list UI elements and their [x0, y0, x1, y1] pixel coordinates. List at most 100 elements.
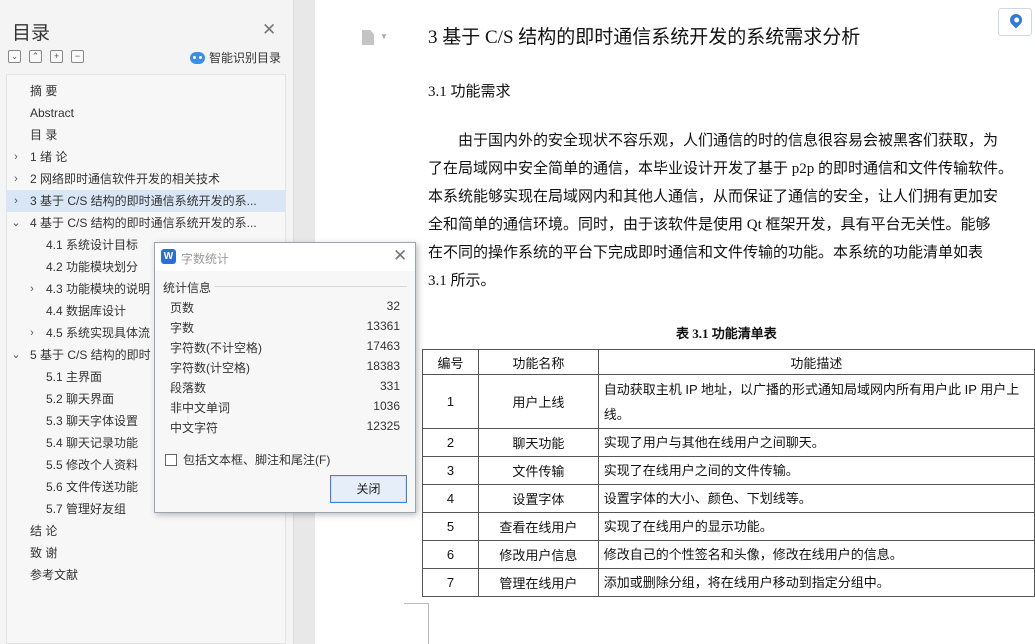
stats-group-label: 统计信息: [163, 281, 212, 295]
chevron-right-icon[interactable]: ›: [10, 146, 22, 168]
toc-item-label: 结 论: [30, 524, 58, 538]
table-cell: 实现了在线用户的显示功能。: [597, 512, 1035, 541]
table-row: 2 聊天功能 实现了用户与其他在线用户之间聊天。: [422, 428, 1035, 457]
toc-item-label: 5.6 文件传送功能: [46, 480, 139, 494]
table-row: 6 修改用户信息 修改自己的个性签名和头像，修改在线用户的信息。: [422, 540, 1035, 569]
toc-item-label: 4.5 系统实现具体流: [46, 326, 151, 340]
add-heading-icon[interactable]: +: [50, 50, 63, 63]
paragraph-line: 3.1 所示。: [428, 273, 496, 289]
chevron-right-icon[interactable]: ›: [10, 168, 22, 190]
table-cell: 2: [422, 428, 479, 457]
stat-label: 字符数(计空格): [170, 361, 250, 375]
stat-row: 非中文单词 1036: [170, 399, 400, 419]
table-cell: 文件传输: [477, 456, 599, 485]
stat-row: 段落数 331: [170, 379, 400, 399]
stat-value: 12325: [366, 419, 400, 433]
checkbox-label: 包括文本框、脚注和尾注(F): [183, 453, 331, 467]
page-margin-mark: [404, 603, 428, 604]
toc-item-label: 致 谢: [30, 546, 58, 560]
toc-item[interactable]: 摘 要: [6, 80, 285, 102]
table-cell: 查看在线用户: [477, 512, 599, 541]
paragraph-line: 全和简单的通信环境。同时，由于该软件是使用 Qt 框架开发，具有平台无关性。能够: [428, 217, 991, 233]
toc-item-label: 4.2 功能模块划分: [46, 260, 139, 274]
checkbox-box[interactable]: [165, 453, 177, 466]
stat-value: 331: [379, 379, 400, 393]
toc-item-label: 3 基于 C/S 结构的即时通信系统开发的系...: [30, 194, 257, 208]
stat-row: 字符数(不计空格) 17463: [170, 339, 400, 359]
table-cell: 设置字体: [477, 484, 599, 513]
dialog-close-icon[interactable]: ✕: [393, 246, 407, 266]
column-header: 功能名称: [477, 349, 599, 375]
table-cell: 自动获取主机 IP 地址，以广播的形式通知局域网内所有用户此 IP 用户上线。: [597, 374, 1035, 429]
toc-item-label: 5.2 聊天界面: [46, 392, 115, 406]
wps-writer-icon: W: [161, 249, 176, 264]
toc-item-label: 5 基于 C/S 结构的即时: [30, 348, 151, 362]
stat-label: 字符数(不计空格): [170, 341, 262, 355]
group-divider: [215, 286, 407, 287]
toc-item-label: 5.1 主界面: [46, 370, 103, 384]
table-caption: 表 3.1 功能清单表: [676, 326, 777, 341]
table-cell: 添加或删除分组，将在线用户移动到指定分组中。: [597, 568, 1035, 597]
toc-item-label: 2 网络即时通信软件开发的相关技术: [30, 172, 221, 186]
stat-label: 字数: [170, 321, 195, 335]
toc-item[interactable]: › 1 绪 论: [6, 146, 285, 168]
include-textbox-checkbox[interactable]: 包括文本框、脚注和尾注(F): [165, 451, 330, 468]
table-cell: 实现了用户与其他在线用户之间聊天。: [597, 428, 1035, 457]
table-cell: 实现了在线用户之间的文件传输。: [597, 456, 1035, 485]
table-row: 5 查看在线用户 实现了在线用户的显示功能。: [422, 512, 1035, 541]
close-button[interactable]: 关闭: [330, 475, 407, 503]
location-button[interactable]: [998, 8, 1032, 36]
toc-item-label: 5.3 聊天字体设置: [46, 414, 139, 428]
table-cell: 管理在线用户: [477, 568, 599, 597]
table-row: 1 用户上线 自动获取主机 IP 地址，以广播的形式通知局域网内所有用户此 IP 用…: [422, 374, 1035, 429]
sidebar-close-icon[interactable]: ✕: [262, 20, 276, 40]
table-cell: 4: [422, 484, 479, 513]
dialog-titlebar[interactable]: W 字数统计 ✕: [155, 243, 415, 271]
table-cell: 1: [422, 374, 479, 429]
table-body: 1 用户上线 自动获取主机 IP 地址，以广播的形式通知局域网内所有用户此 IP 用…: [422, 374, 1035, 597]
smart-toc-label: 智能识别目录: [209, 51, 282, 65]
toc-item[interactable]: › 3 基于 C/S 结构的即时通信系统开发的系...: [6, 190, 285, 212]
stat-label: 中文字符: [170, 421, 219, 435]
table-cell: 6: [422, 540, 479, 569]
stat-value: 17463: [366, 339, 400, 353]
toc-item-label: 目 录: [30, 128, 58, 142]
table-cell: 5: [422, 512, 479, 541]
remove-heading-icon[interactable]: −: [71, 50, 84, 63]
toc-item-label: 1 绪 论: [30, 150, 68, 164]
chevron-right-icon[interactable]: ›: [26, 322, 38, 344]
stat-row: 页数 32: [170, 299, 400, 319]
table-cell: 3: [422, 456, 479, 485]
page-margin-mark: [428, 603, 429, 644]
expand-icon[interactable]: ⌃: [29, 50, 42, 63]
table-row: 4 设置字体 设置字体的大小、颜色、下划线等。: [422, 484, 1035, 513]
toc-item[interactable]: 结 论: [6, 520, 285, 542]
chevron-right-icon[interactable]: ›: [26, 278, 38, 300]
chevron-down-icon[interactable]: ▼: [380, 32, 388, 41]
paragraph-line: 本系统能够实现在局域网内和其他人通信，从而保证了通信的安全，让人们拥有更加安: [428, 189, 999, 205]
collapse-all-icon[interactable]: ⌄: [8, 50, 21, 63]
sidebar-title: 目录: [12, 23, 51, 44]
chapter-heading: 3 基于 C/S 结构的即时通信系统开发的系统需求分析: [428, 27, 861, 48]
stat-value: 1036: [373, 399, 400, 413]
toc-item[interactable]: 目 录: [6, 124, 285, 146]
chevron-down-icon[interactable]: ⌄: [10, 344, 22, 366]
paragraph-line: 在不同的操作系统的平台下完成即时通信和文件传输的功能。本系统的功能清单如表: [428, 245, 984, 261]
toc-item[interactable]: 致 谢: [6, 542, 285, 564]
smart-toc-button[interactable]: 智能识别目录: [190, 49, 281, 66]
paragraph-line: 由于国内外的安全现状不容乐观，人们通信的时的信息很容易会被黑客们获取，为: [458, 133, 999, 149]
toc-item[interactable]: › 2 网络即时通信软件开发的相关技术: [6, 168, 285, 190]
toc-item[interactable]: ⌄ 4 基于 C/S 结构的即时通信系统开发的系...: [6, 212, 285, 234]
section-heading: 3.1 功能需求: [428, 84, 511, 100]
stat-row: 字符数(计空格) 18383: [170, 359, 400, 379]
word-count-dialog: W 字数统计 ✕ 统计信息 页数 32 字数 13361 字符数(不计空格) 17463 字…: [154, 242, 416, 513]
table-cell: 聊天功能: [477, 428, 599, 457]
stat-label: 非中文单词: [170, 401, 231, 415]
chevron-down-icon[interactable]: ⌄: [10, 212, 22, 234]
toc-item[interactable]: 参考文献: [6, 564, 285, 586]
feature-table: 编号 功能名称 功能描述 1 用户上线 自动获取主机 IP 地址，以广播的形式通知局…: [422, 349, 1035, 597]
column-header: 功能描述: [597, 349, 1035, 375]
chevron-right-icon[interactable]: ›: [10, 190, 22, 212]
toc-item[interactable]: Abstract: [6, 102, 285, 124]
dialog-title: 字数统计: [181, 252, 230, 266]
